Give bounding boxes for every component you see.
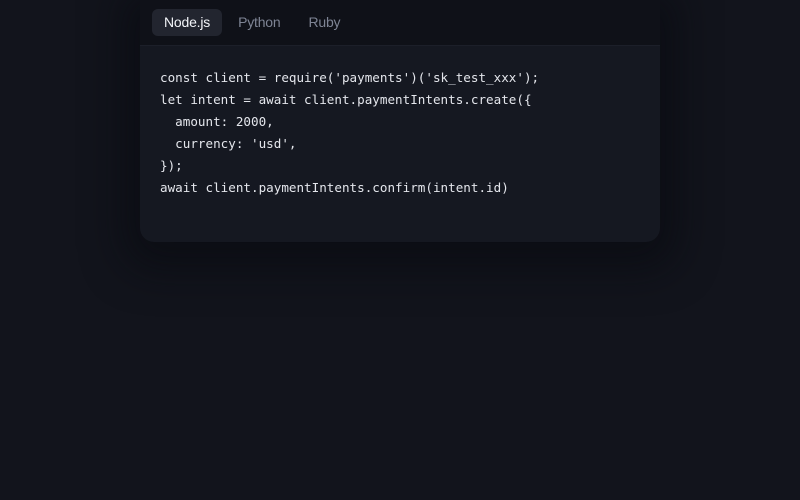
code-line: amount: 2000, bbox=[160, 114, 274, 129]
code-line: await client.paymentIntents.confirm(inte… bbox=[160, 180, 509, 195]
tab-nodejs[interactable]: Node.js bbox=[152, 9, 223, 36]
tab-ruby[interactable]: Ruby bbox=[296, 9, 352, 36]
code-line: const client = require('payments')('sk_t… bbox=[160, 70, 540, 85]
code-sample-card: Node.js Python Ruby const client = requi… bbox=[140, 0, 660, 242]
code-line: currency: 'usd', bbox=[160, 136, 297, 151]
language-tab-bar: Node.js Python Ruby bbox=[140, 0, 660, 46]
code-line: let intent = await client.paymentIntents… bbox=[160, 92, 532, 107]
tab-python[interactable]: Python bbox=[226, 9, 292, 36]
code-block: const client = require('payments')('sk_t… bbox=[140, 46, 660, 199]
code-line: }); bbox=[160, 158, 183, 173]
